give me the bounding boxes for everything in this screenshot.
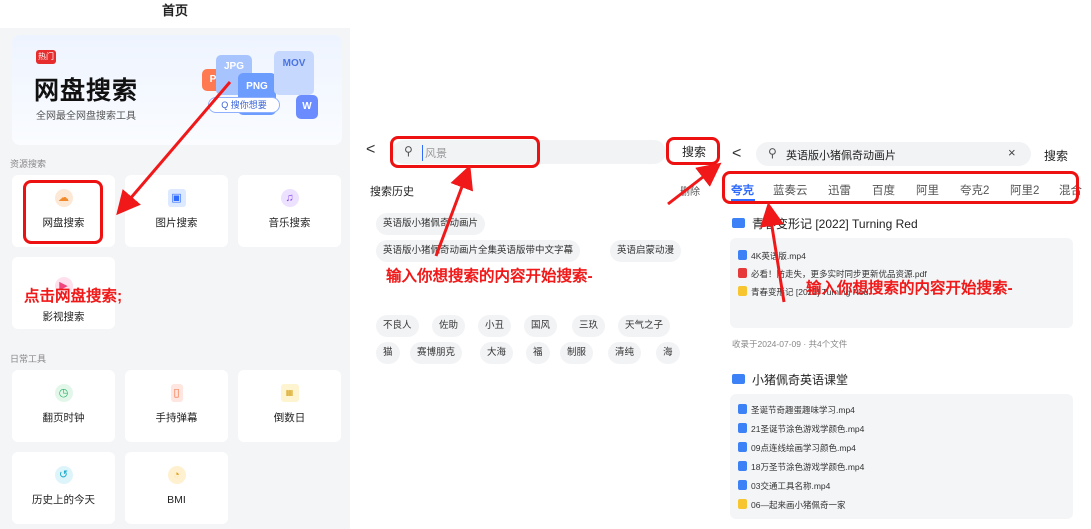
arrow-3 (667, 162, 722, 206)
arrow-1 (116, 81, 232, 216)
arrow-4 (760, 202, 786, 303)
annotation-arrows (116, 81, 786, 303)
arrow-2 (434, 164, 474, 257)
